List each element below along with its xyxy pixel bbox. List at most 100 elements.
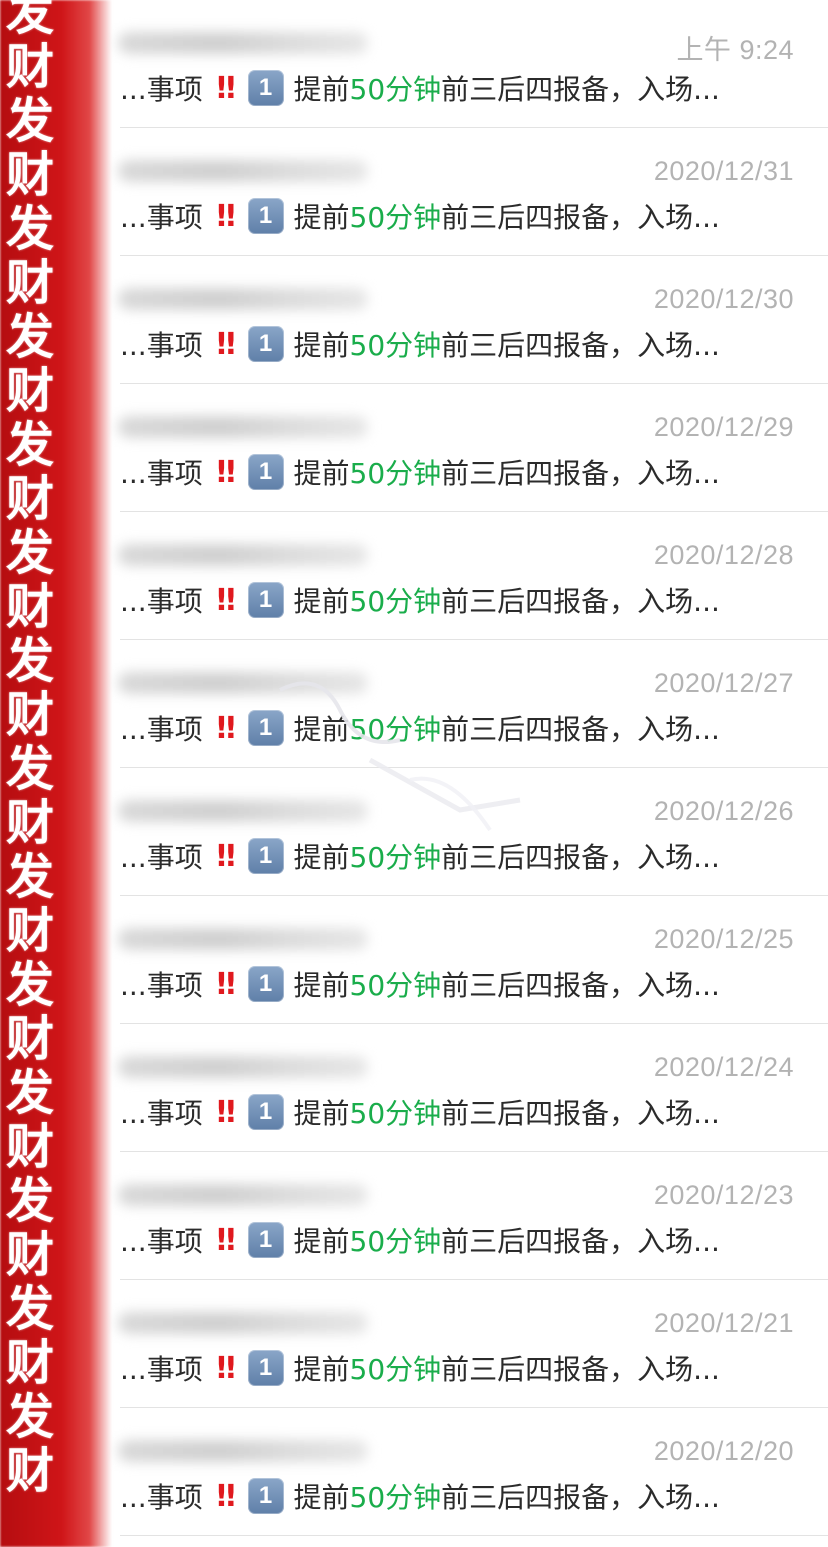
message-timestamp: 2020/12/29 — [653, 412, 794, 442]
number-one-keycap-icon: 1 — [247, 710, 284, 746]
number-one-keycap-icon: 1 — [247, 966, 284, 1002]
blurred-contact-name — [118, 544, 368, 566]
censor-character: 发 — [6, 741, 55, 797]
conversation-row[interactable]: 2020/12/28 ...事项 ‼ 1 提前 50分钟 前三后四报备，入场... — [0, 512, 828, 640]
preview-text-rest: 前三后四报备，入场... — [441, 841, 720, 874]
conversation-list[interactable]: 上午 9:24 ...事项 ‼ 1 提前 50分钟 前三后四报备，入场... 2020/12/… — [0, 0, 828, 1547]
message-preview: ...事项 ‼ 1 提前 50分钟 前三后四报备，入场... — [120, 708, 720, 748]
conversation-row[interactable]: 2020/12/21 ...事项 ‼ 1 提前 50分钟 前三后四报备，入场... — [0, 1280, 828, 1408]
censor-character: 财 — [6, 147, 55, 203]
chat-list-screen: 上午 9:24 ...事项 ‼ 1 提前 50分钟 前三后四报备，入场... 2020/12/… — [0, 0, 828, 1547]
preview-prefix: ...事项 — [120, 969, 203, 1002]
double-exclamation-icon: ‼ — [216, 1222, 236, 1258]
conversation-row[interactable]: 2020/12/24 ...事项 ‼ 1 提前 50分钟 前三后四报备，入场... — [0, 1024, 828, 1152]
message-timestamp: 2020/12/24 — [653, 1052, 794, 1082]
preview-text-rest: 前三后四报备，入场... — [441, 73, 720, 106]
blurred-contact-name — [118, 160, 368, 182]
double-exclamation-icon: ‼ — [216, 70, 236, 106]
message-timestamp: 2020/12/30 — [653, 284, 794, 314]
message-timestamp: 2020/12/28 — [653, 540, 794, 570]
censor-character: 财 — [6, 1443, 55, 1499]
preview-highlight: 50分钟 — [349, 1097, 442, 1130]
double-exclamation-icon: ‼ — [216, 1094, 236, 1130]
message-preview: ...事项 ‼ 1 提前 50分钟 前三后四报备，入场... — [120, 836, 720, 876]
preview-prefix: ...事项 — [120, 1481, 203, 1514]
preview-text-rest: 前三后四报备，入场... — [441, 585, 720, 618]
preview-highlight: 50分钟 — [349, 1481, 442, 1514]
message-preview: ...事项 ‼ 1 提前 50分钟 前三后四报备，入场... — [120, 580, 720, 620]
preview-text-rest: 前三后四报备，入场... — [441, 1353, 720, 1386]
preview-text-lead: 提前 — [293, 841, 350, 874]
preview-text-rest: 前三后四报备，入场... — [441, 1225, 720, 1258]
censor-text: 发财发财发财发财发财发财发财发财发财发财发财发财发财发财 — [6, 0, 96, 1498]
preview-highlight: 50分钟 — [349, 585, 442, 618]
preview-text-lead: 提前 — [293, 585, 350, 618]
conversation-row[interactable]: 2020/12/26 ...事项 ‼ 1 提前 50分钟 前三后四报备，入场... — [0, 768, 828, 896]
censor-character: 财 — [6, 1119, 55, 1175]
message-timestamp: 2020/12/27 — [653, 668, 794, 698]
message-timestamp: 2020/12/21 — [653, 1308, 794, 1338]
censor-character: 发 — [6, 201, 55, 257]
censor-character: 发 — [6, 1065, 55, 1121]
censor-character: 财 — [6, 255, 55, 311]
number-one-keycap-icon: 1 — [247, 1222, 284, 1258]
preview-highlight: 50分钟 — [349, 457, 442, 490]
blurred-contact-name — [118, 1312, 368, 1334]
number-one-keycap-icon: 1 — [247, 454, 284, 490]
censor-character: 发 — [6, 1173, 55, 1229]
number-one-keycap-icon: 1 — [247, 582, 284, 618]
message-preview: ...事项 ‼ 1 提前 50分钟 前三后四报备，入场... — [120, 1092, 720, 1132]
censor-character: 财 — [6, 39, 55, 95]
number-one-keycap-icon: 1 — [247, 1478, 284, 1514]
message-timestamp: 2020/12/20 — [653, 1436, 794, 1466]
message-preview: ...事项 ‼ 1 提前 50分钟 前三后四报备，入场... — [120, 1220, 720, 1260]
preview-prefix: ...事项 — [120, 1225, 203, 1258]
censor-character: 发 — [6, 1281, 55, 1337]
preview-prefix: ...事项 — [120, 1097, 203, 1130]
number-one-keycap-icon: 1 — [247, 198, 284, 234]
conversation-row[interactable]: 2020/12/27 ...事项 ‼ 1 提前 50分钟 前三后四报备，入场... — [0, 640, 828, 768]
censor-character: 财 — [6, 579, 55, 635]
double-exclamation-icon: ‼ — [216, 198, 236, 234]
censor-character: 发 — [6, 633, 55, 689]
conversation-row[interactable]: 2020/12/29 ...事项 ‼ 1 提前 50分钟 前三后四报备，入场... — [0, 384, 828, 512]
message-preview: ...事项 ‼ 1 提前 50分钟 前三后四报备，入场... — [120, 452, 720, 492]
message-preview: ...事项 ‼ 1 提前 50分钟 前三后四报备，入场... — [120, 1348, 720, 1388]
message-preview: ...事项 ‼ 1 提前 50分钟 前三后四报备，入场... — [120, 964, 720, 1004]
censor-character: 发 — [6, 309, 55, 365]
preview-text-rest: 前三后四报备，入场... — [441, 969, 720, 1002]
preview-text-lead: 提前 — [293, 969, 350, 1002]
preview-prefix: ...事项 — [120, 1353, 203, 1386]
conversation-row[interactable]: 上午 9:24 ...事项 ‼ 1 提前 50分钟 前三后四报备，入场... — [0, 0, 828, 128]
blurred-contact-name — [118, 416, 368, 438]
conversation-row[interactable]: 2020/12/25 ...事项 ‼ 1 提前 50分钟 前三后四报备，入场... — [0, 896, 828, 1024]
preview-text-lead: 提前 — [293, 201, 350, 234]
preview-prefix: ...事项 — [120, 201, 203, 234]
message-preview: ...事项 ‼ 1 提前 50分钟 前三后四报备，入场... — [120, 68, 720, 108]
preview-text-rest: 前三后四报备，入场... — [441, 713, 720, 746]
blurred-contact-name — [118, 672, 368, 694]
conversation-row[interactable]: 2020/12/30 ...事项 ‼ 1 提前 50分钟 前三后四报备，入场... — [0, 256, 828, 384]
blurred-contact-name — [118, 800, 368, 822]
double-exclamation-icon: ‼ — [216, 582, 236, 618]
preview-prefix: ...事项 — [120, 585, 203, 618]
preview-prefix: ...事项 — [120, 73, 203, 106]
blurred-contact-name — [118, 1440, 368, 1462]
conversation-row[interactable]: 2020/12/31 ...事项 ‼ 1 提前 50分钟 前三后四报备，入场... — [0, 128, 828, 256]
double-exclamation-icon: ‼ — [216, 838, 236, 874]
double-exclamation-icon: ‼ — [216, 454, 236, 490]
censor-character: 发 — [6, 849, 55, 905]
conversation-row[interactable]: 2020/12/20 ...事项 ‼ 1 提前 50分钟 前三后四报备，入场... — [0, 1408, 828, 1536]
double-exclamation-icon: ‼ — [216, 966, 236, 1002]
preview-text-lead: 提前 — [293, 457, 350, 490]
censor-character: 发 — [6, 0, 55, 41]
censor-character: 发 — [6, 93, 55, 149]
preview-highlight: 50分钟 — [349, 73, 442, 106]
message-timestamp: 2020/12/25 — [653, 924, 794, 954]
preview-text-lead: 提前 — [293, 329, 350, 362]
preview-text-lead: 提前 — [293, 1481, 350, 1514]
preview-text-lead: 提前 — [293, 1225, 350, 1258]
censor-character: 财 — [6, 903, 55, 959]
blurred-contact-name — [118, 32, 368, 54]
conversation-row[interactable]: 2020/12/23 ...事项 ‼ 1 提前 50分钟 前三后四报备，入场... — [0, 1152, 828, 1280]
